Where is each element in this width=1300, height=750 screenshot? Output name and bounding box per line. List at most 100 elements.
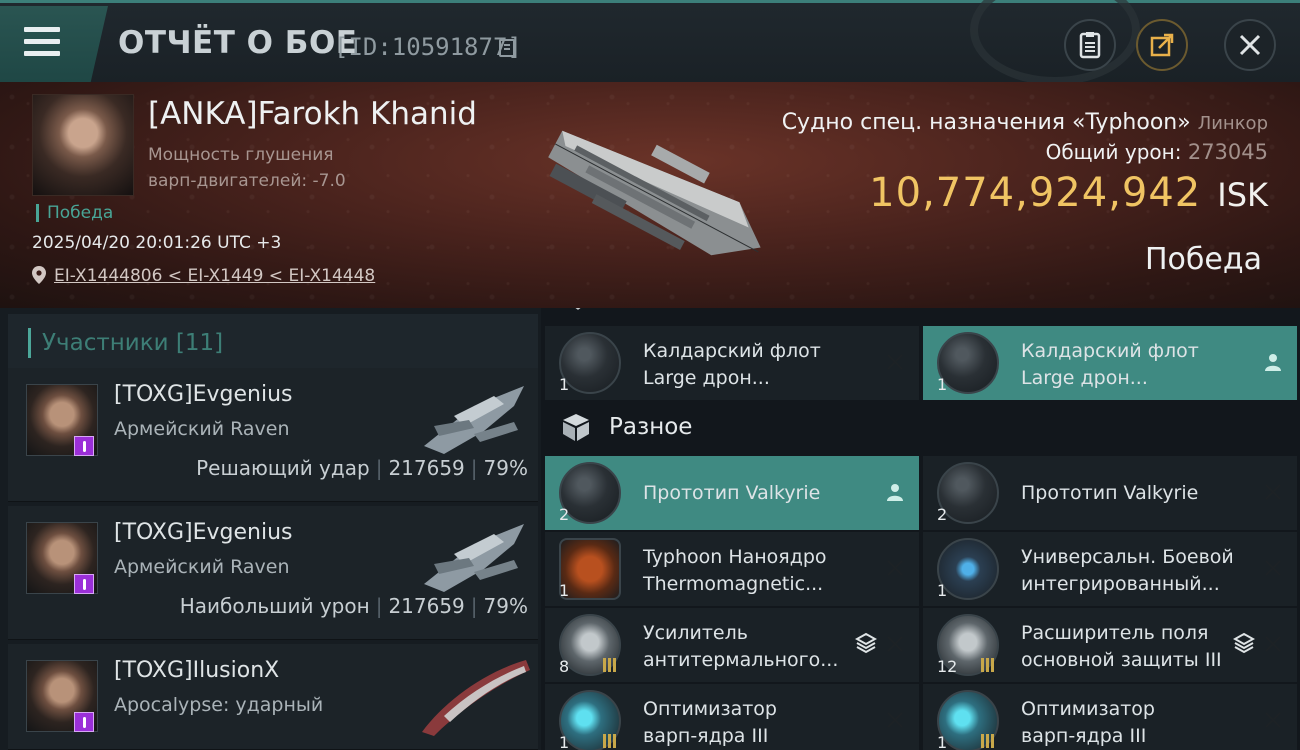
module-name-line2: варп-ядра III — [1021, 725, 1147, 747]
module-qty: 8 — [559, 657, 570, 676]
module-qty: 1 — [937, 581, 948, 600]
module-row[interactable]: 1 Оптимизатор варп-ядра III — [545, 684, 919, 750]
menu-icon[interactable] — [24, 25, 64, 59]
total-damage-value: 273045 — [1187, 140, 1268, 164]
stack-icon — [855, 632, 877, 654]
module-name-line2: Thermomagnetic... — [643, 573, 824, 595]
participant-stats: Решающий удар | 217659 | 79% — [196, 456, 528, 480]
chevron-down-icon — [575, 308, 581, 310]
module-qty: 12 — [937, 657, 958, 676]
module-name-line1: Прототип Valkyrie — [643, 482, 821, 504]
module-name-line1: Усилитель — [643, 622, 748, 644]
tech-level-icon — [603, 658, 617, 672]
isk-value: 10,774,924,942 ISK — [869, 170, 1268, 216]
battle-id: [ID:10591877] — [334, 33, 522, 61]
total-damage-label: Общий урон: — [1045, 140, 1182, 164]
participant-card[interactable]: [TOXG]Evgenius Армейский Raven Решающий … — [8, 368, 538, 502]
module-qty: 2 — [559, 505, 570, 524]
victim-attribute: Мощность глушения варп-двигателей: -7.0 — [148, 142, 398, 194]
victim-name[interactable]: [ANKA]Farokh Khanid — [148, 96, 477, 132]
participant-name: [TOXG]Evgenius — [114, 382, 293, 407]
isk-amount: 10,774,924,942 — [869, 170, 1202, 216]
destroyed-x-icon — [1261, 480, 1285, 504]
destroyed-x-icon — [883, 708, 907, 732]
module-name: Расширитель поля основной защиты III — [1021, 620, 1241, 674]
participants-header-label: Участники [11] — [42, 330, 224, 356]
participant-role: Решающий удар — [196, 456, 370, 480]
destroyed-x-icon — [883, 556, 907, 580]
tech-level-icon — [603, 734, 617, 748]
module-row[interactable]: 2 Прототип Valkyrie — [545, 456, 919, 530]
participant-card[interactable]: [TOXG]Evgenius Армейский Raven Наибольши… — [8, 506, 538, 640]
participant-percent: 79% — [483, 594, 528, 618]
module-name: Универсальн. Боевой интегрированный... — [1021, 544, 1241, 598]
module-name: Прототип Valkyrie — [1021, 480, 1241, 507]
module-name-line1: Прототип Valkyrie — [1021, 482, 1199, 504]
victim-banner: [ANKA]Farokh Khanid Мощность глушения ва… — [0, 82, 1300, 308]
section-misc-label: Разное — [609, 414, 693, 440]
section-misc: Разное — [561, 404, 692, 450]
module-name: Typhoon Наноядро Thermomagnetic... — [643, 544, 863, 598]
module-row[interactable]: 12 Расширитель поля основной защиты III — [923, 608, 1297, 682]
module-qty: 1 — [937, 733, 948, 750]
module-name-line2: антитермального... — [643, 649, 839, 671]
module-row[interactable]: 2 Прототип Valkyrie — [923, 456, 1297, 530]
module-name-line1: Калдарский флот — [643, 340, 821, 362]
module-qty: 2 — [937, 505, 948, 524]
participants-header[interactable]: Участники [11] — [8, 314, 538, 374]
module-row[interactable]: 1 Калдарский флот Large дрон... — [545, 326, 919, 400]
location-pin-icon — [32, 266, 46, 284]
module-name-line1: Typhoon Наноядро — [643, 546, 827, 568]
participant-ship-image — [424, 386, 524, 454]
stats-divider: | — [375, 594, 383, 618]
clipboard-button[interactable] — [1064, 19, 1116, 71]
participant-ship-image — [424, 524, 524, 592]
module-name-line2: интегрированный... — [1021, 573, 1220, 595]
module-name-line2: основной защиты III — [1021, 649, 1222, 671]
share-button[interactable] — [1136, 19, 1188, 71]
module-row[interactable]: 1 Универсальн. Боевой интегрированный... — [923, 532, 1297, 606]
destroyed-x-icon — [1261, 556, 1285, 580]
participant-stats: Наибольший урон | 217659 | 79% — [180, 594, 528, 618]
isk-unit: ISK — [1217, 176, 1268, 214]
victim-avatar[interactable] — [32, 94, 134, 196]
module-row[interactable]: 8 Усилитель антитермального... — [545, 608, 919, 682]
top-bar: ОТЧЁТ О БОЕ [ID:10591877] — [0, 0, 1300, 85]
module-qty: 1 — [559, 375, 570, 394]
module-row[interactable]: 1 Typhoon Наноядро Thermomagnetic... — [545, 532, 919, 606]
module-name: Калдарский флот Large дрон... — [1021, 338, 1241, 392]
module-name: Усилитель антитермального... — [643, 620, 863, 674]
module-qty: 1 — [559, 733, 570, 750]
module-name-line2: варп-ядра III — [643, 725, 769, 747]
stack-icon — [1233, 632, 1255, 654]
victim-ship-image[interactable] — [520, 100, 780, 300]
status-small: Победа — [36, 204, 113, 222]
module-name: Калдарский флот Large дрон... — [643, 338, 863, 392]
person-icon — [1265, 354, 1281, 371]
tech-level-icon — [981, 734, 995, 748]
victim-ship-type: Судно спец. назначения «Typhoon» Линкор — [782, 110, 1268, 135]
victim-attribute-line1: Мощность глушения — [148, 145, 334, 165]
module-row[interactable]: 1 Оптимизатор варп-ядра III — [923, 684, 1297, 750]
participant-role: Наибольший урон — [179, 594, 370, 618]
module-qty: 1 — [937, 375, 948, 394]
participant-card[interactable]: [TOXG]IlusionX Apocalypse: ударный — [8, 644, 538, 750]
cube-icon — [563, 414, 589, 441]
ship-class: Линкор — [1197, 113, 1268, 134]
module-row[interactable]: 1 Калдарский флот Large дрон... — [923, 326, 1297, 400]
destroyed-x-icon — [1261, 632, 1285, 656]
participant-ship: Армейский Raven — [114, 418, 290, 440]
location-route-link[interactable]: EI-X1444806 < EI-X1449 < EI-X14448 — [54, 266, 375, 286]
stats-divider: | — [470, 594, 478, 618]
close-button[interactable] — [1224, 19, 1276, 71]
module-name-line2: Large дрон... — [1021, 367, 1148, 389]
rank-badge-icon — [74, 436, 94, 456]
participant-percent: 79% — [483, 456, 528, 480]
victim-attribute-line2: варп-двигателей: -7.0 — [148, 171, 346, 191]
destroyed-x-icon — [883, 350, 907, 374]
modules-panel: 1 Калдарский флот Large дрон... 1 Калдарс… — [541, 308, 1300, 750]
participant-ship-image — [422, 660, 530, 736]
copy-icon[interactable] — [499, 39, 515, 57]
destroyed-x-icon — [883, 632, 907, 656]
module-name-line1: Оптимизатор — [1021, 698, 1155, 720]
